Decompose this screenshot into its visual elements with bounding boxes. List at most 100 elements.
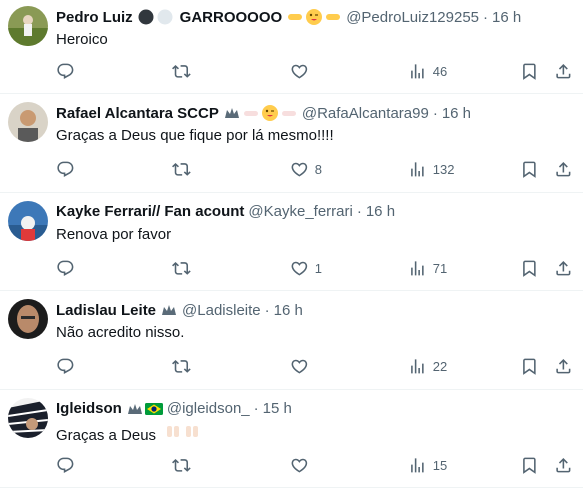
tweet-header: Igleidson @igleidson_ · 15 h bbox=[56, 398, 571, 420]
tweet[interactable]: Rafael Alcantara SCCP @RafaAlcantara99 ·… bbox=[0, 94, 583, 193]
raising-hands-icon bbox=[186, 425, 199, 437]
share-icon bbox=[556, 63, 571, 79]
raising-hands-icon bbox=[167, 425, 180, 437]
bookmark-icon bbox=[523, 63, 536, 80]
tweet-header: Ladislau Leite @Ladisleite · 16 h bbox=[56, 299, 571, 321]
user-handle[interactable]: @RafaAlcantara99 bbox=[302, 105, 429, 122]
user-handle[interactable]: @Kayke_ferrari bbox=[248, 203, 352, 220]
views-icon bbox=[411, 260, 424, 276]
bookmark-button[interactable] bbox=[520, 160, 539, 180]
tweet-actions: 46 bbox=[56, 61, 573, 81]
like-icon bbox=[291, 64, 308, 79]
retweet-icon bbox=[172, 163, 191, 176]
timestamp[interactable]: 15 h bbox=[263, 400, 292, 417]
tweet-text: Renova por favor bbox=[56, 225, 172, 243]
reply-button[interactable] bbox=[56, 455, 81, 475]
separator-dot: · bbox=[253, 400, 259, 417]
avatar[interactable] bbox=[8, 6, 48, 46]
display-name[interactable]: Igleidson bbox=[56, 400, 122, 417]
tweet-actions: 15 bbox=[56, 455, 573, 475]
like-button[interactable]: 1 bbox=[290, 258, 322, 278]
tweet-header: Pedro Luiz GARROOOOO @PedroLuiz129255 · … bbox=[56, 6, 571, 28]
crown-icon bbox=[224, 108, 239, 118]
winking-tongue-face-icon bbox=[261, 105, 278, 121]
reply-icon bbox=[57, 260, 74, 276]
share-button[interactable] bbox=[554, 160, 573, 180]
reply-button[interactable] bbox=[56, 160, 81, 180]
like-button[interactable] bbox=[290, 357, 315, 377]
like-icon bbox=[291, 261, 308, 276]
like-button[interactable] bbox=[290, 61, 315, 81]
crown-icon bbox=[127, 403, 142, 414]
views-button[interactable]: 15 bbox=[408, 455, 447, 475]
reply-button[interactable] bbox=[56, 357, 81, 377]
name-emojis-2 bbox=[286, 8, 342, 26]
bookmark-button[interactable] bbox=[520, 455, 539, 475]
avatar[interactable] bbox=[8, 102, 48, 142]
name-emojis bbox=[160, 301, 178, 319]
share-button[interactable] bbox=[554, 61, 573, 81]
tweet-text: Graças a Deus que fique por lá mesmo!!!! bbox=[56, 127, 334, 144]
separator-dot: · bbox=[264, 301, 270, 319]
tweet-header: Rafael Alcantara SCCP @RafaAlcantara99 ·… bbox=[56, 102, 571, 124]
avatar[interactable] bbox=[8, 397, 48, 438]
pointing-left-icon bbox=[281, 111, 296, 116]
bookmark-button[interactable] bbox=[520, 357, 539, 377]
like-button[interactable]: 8 bbox=[290, 160, 322, 180]
brazil-flag-icon bbox=[144, 402, 163, 415]
pointing-right-icon bbox=[288, 14, 303, 20]
avatar[interactable] bbox=[8, 200, 48, 241]
pointing-right-icon bbox=[243, 111, 258, 116]
timestamp[interactable]: 16 h bbox=[492, 9, 521, 26]
tweet-actions: 22 bbox=[56, 357, 573, 377]
pointing-left-icon bbox=[326, 14, 341, 20]
timestamp[interactable]: 16 h bbox=[442, 105, 471, 122]
bookmark-icon bbox=[523, 358, 536, 376]
retweet-button[interactable] bbox=[172, 160, 197, 180]
retweet-button[interactable] bbox=[172, 455, 197, 475]
name-emojis bbox=[223, 104, 298, 122]
timestamp[interactable]: 16 h bbox=[274, 302, 303, 319]
retweet-button[interactable] bbox=[172, 258, 197, 278]
avatar[interactable] bbox=[8, 299, 48, 339]
like-icon bbox=[291, 359, 308, 374]
like-button[interactable] bbox=[290, 455, 315, 475]
retweet-button[interactable] bbox=[172, 357, 197, 377]
share-button[interactable] bbox=[554, 357, 573, 377]
views-icon bbox=[411, 63, 424, 79]
bookmark-button[interactable] bbox=[520, 61, 539, 81]
tweet-text: Graças a Deus bbox=[56, 422, 571, 446]
share-button[interactable] bbox=[554, 258, 573, 278]
display-name[interactable]: Ladislau Leite bbox=[56, 302, 156, 319]
crown-icon bbox=[162, 305, 177, 315]
share-button[interactable] bbox=[554, 455, 573, 475]
bookmark-icon bbox=[523, 161, 536, 179]
tweet[interactable]: Kayke Ferrari// Fan acount @Kayke_ferrar… bbox=[0, 193, 583, 291]
retweet-icon bbox=[172, 360, 191, 373]
display-name[interactable]: Rafael Alcantara SCCP bbox=[56, 105, 219, 122]
reply-button[interactable] bbox=[56, 61, 81, 81]
tweet[interactable]: Ladislau Leite @Ladisleite · 16 h Não ac… bbox=[0, 291, 583, 390]
separator-dot: · bbox=[432, 104, 438, 122]
reply-button[interactable] bbox=[56, 258, 81, 278]
views-button[interactable]: 71 bbox=[408, 258, 447, 278]
user-handle[interactable]: @igleidson_ bbox=[167, 400, 250, 417]
name-emojis bbox=[137, 8, 174, 26]
bookmark-button[interactable] bbox=[520, 258, 539, 278]
timestamp[interactable]: 16 h bbox=[366, 203, 395, 220]
tweet[interactable]: Igleidson @igleidson_ · 15 h Graças a De… bbox=[0, 390, 583, 488]
retweet-button[interactable] bbox=[172, 61, 197, 81]
views-icon bbox=[411, 162, 424, 177]
display-name[interactable]: Pedro Luiz bbox=[56, 9, 133, 26]
tweet[interactable]: Pedro Luiz GARROOOOO @PedroLuiz129255 · … bbox=[0, 0, 583, 94]
white-circle-icon bbox=[157, 9, 173, 25]
views-icon bbox=[411, 457, 424, 473]
views-button[interactable]: 22 bbox=[408, 357, 447, 377]
user-handle[interactable]: @Ladisleite bbox=[182, 302, 261, 319]
separator-dot: · bbox=[356, 203, 362, 220]
display-name[interactable]: Kayke Ferrari// Fan acount bbox=[56, 203, 244, 220]
views-button[interactable]: 46 bbox=[408, 61, 447, 81]
user-handle[interactable]: @PedroLuiz129255 bbox=[346, 9, 479, 26]
views-button[interactable]: 132 bbox=[408, 160, 454, 180]
retweet-icon bbox=[172, 261, 191, 275]
